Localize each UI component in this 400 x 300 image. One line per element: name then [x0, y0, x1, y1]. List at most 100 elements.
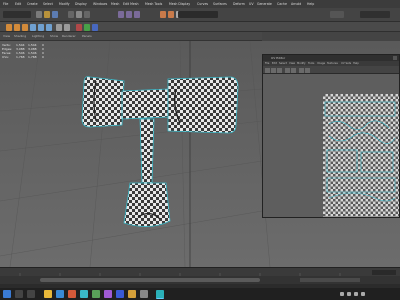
- tray-icon[interactable]: [347, 292, 351, 296]
- menu-edit[interactable]: Edit: [15, 2, 21, 6]
- app-icon[interactable]: [140, 290, 148, 298]
- menu-surfaces[interactable]: Surfaces: [213, 2, 227, 6]
- new-scene-icon[interactable]: [36, 11, 42, 18]
- uv-tool-icon[interactable]: [271, 67, 276, 73]
- range-handle[interactable]: [40, 278, 260, 282]
- app-icon[interactable]: [68, 290, 76, 298]
- status-toolbar: [0, 8, 400, 22]
- uv-tool-icon[interactable]: [291, 67, 296, 73]
- uv-menu-textures[interactable]: Textures: [327, 62, 338, 65]
- uv-menu-uvsets[interactable]: UV Sets: [341, 62, 351, 65]
- snap-grid-icon[interactable]: [118, 11, 124, 18]
- select-by-hierarchy-icon[interactable]: [68, 11, 74, 18]
- uv-tool-icon[interactable]: [305, 67, 310, 73]
- main-menubar: File Edit Create Select Modify Display Windows…: [0, 0, 400, 8]
- menu-deform[interactable]: Deform: [233, 2, 245, 6]
- app-icon[interactable]: [128, 290, 136, 298]
- menu-mesh[interactable]: Mesh: [111, 2, 119, 6]
- shelf-tool-4[interactable]: [30, 24, 36, 31]
- menu-create[interactable]: Create: [27, 2, 38, 6]
- viewport-menu-show[interactable]: Show: [50, 34, 58, 38]
- menu-windows[interactable]: Windows: [93, 2, 107, 6]
- shelf-tool-2[interactable]: [14, 24, 20, 31]
- uv-canvas[interactable]: [263, 74, 399, 217]
- time-slider[interactable]: [0, 267, 400, 277]
- uv-menu-help[interactable]: Help: [353, 62, 359, 65]
- uv-tool-icon[interactable]: [265, 67, 270, 73]
- playback-controls[interactable]: [300, 278, 360, 282]
- menu-mesh-tools[interactable]: Mesh Tools: [145, 2, 162, 6]
- menu-curves[interactable]: Curves: [197, 2, 208, 6]
- hud-value: 1,768: [16, 55, 25, 59]
- viewport-menu-panels[interactable]: Panels: [82, 34, 92, 38]
- tray-icon[interactable]: [340, 292, 344, 296]
- range-slider[interactable]: [0, 276, 400, 284]
- viewport-menu-renderer[interactable]: Renderer: [62, 34, 76, 38]
- menu-file[interactable]: File: [3, 2, 8, 6]
- uv-menu-tools[interactable]: Tools: [308, 62, 314, 65]
- tray-icon[interactable]: [361, 292, 365, 296]
- uv-editor-window[interactable]: UV Editor File Edit Select View Modify T…: [262, 54, 400, 218]
- shelf-tool-10[interactable]: [84, 24, 90, 31]
- shelf-tool-6[interactable]: [46, 24, 52, 31]
- uv-layout: [323, 94, 399, 217]
- menu-generate[interactable]: Generate: [257, 2, 272, 6]
- uv-menu-modify[interactable]: Modify: [297, 62, 306, 65]
- app-icon[interactable]: [56, 290, 64, 298]
- start-icon[interactable]: [3, 290, 11, 298]
- menu-display[interactable]: Display: [75, 2, 87, 6]
- uv-menu-view[interactable]: View: [289, 62, 295, 65]
- menu-help[interactable]: Help: [307, 2, 314, 6]
- search-field[interactable]: [178, 11, 218, 18]
- uv-menu-edit[interactable]: Edit: [272, 62, 277, 65]
- menu-edit-mesh[interactable]: Edit Mesh: [123, 2, 139, 6]
- shelf-tool-8[interactable]: [64, 24, 70, 31]
- shelf-tool-7[interactable]: [56, 24, 62, 31]
- viewport-menu-lighting[interactable]: Lighting: [32, 34, 44, 38]
- close-icon[interactable]: [393, 56, 397, 60]
- current-frame-field[interactable]: [372, 270, 396, 275]
- open-scene-icon[interactable]: [44, 11, 50, 18]
- viewport-menu-view[interactable]: View: [3, 34, 10, 38]
- menu-select[interactable]: Select: [43, 2, 53, 6]
- select-by-object-icon[interactable]: [76, 11, 82, 18]
- shelf-tabs-row: [0, 22, 400, 32]
- shelf-tool-3[interactable]: [22, 24, 28, 31]
- task-view-icon[interactable]: [27, 290, 35, 298]
- render-icon[interactable]: [160, 11, 166, 18]
- menu-uv[interactable]: UV: [249, 2, 254, 6]
- shelf-tool-1[interactable]: [6, 24, 12, 31]
- app-icon[interactable]: [44, 290, 52, 298]
- maya-taskbar-icon[interactable]: [156, 290, 164, 299]
- shelf-tool-9[interactable]: [76, 24, 82, 31]
- account-icon[interactable]: [330, 11, 344, 18]
- select-by-component-icon[interactable]: [84, 11, 90, 18]
- uv-menu-image[interactable]: Image: [317, 62, 325, 65]
- snap-curve-icon[interactable]: [126, 11, 132, 18]
- app-icon[interactable]: [104, 290, 112, 298]
- shelf-tool-11[interactable]: [92, 24, 98, 31]
- menu-cache[interactable]: Cache: [277, 2, 287, 6]
- snap-point-icon[interactable]: [134, 11, 140, 18]
- uv-tool-icon[interactable]: [299, 67, 304, 73]
- uv-menu-file[interactable]: File: [265, 62, 269, 65]
- uv-menu-select[interactable]: Select: [279, 62, 287, 65]
- menu-modify[interactable]: Modify: [59, 2, 70, 6]
- shelf-tool-5[interactable]: [38, 24, 44, 31]
- menu-mesh-display[interactable]: Mesh Display: [169, 2, 190, 6]
- save-scene-icon[interactable]: [52, 11, 58, 18]
- workspace-selector[interactable]: [360, 11, 390, 18]
- app-icon[interactable]: [80, 290, 88, 298]
- app-icon[interactable]: [92, 290, 100, 298]
- app-icon[interactable]: [116, 290, 124, 298]
- ipr-render-icon[interactable]: [168, 11, 174, 18]
- ground-grid: [0, 41, 271, 267]
- viewport-menu-shading[interactable]: Shading: [14, 34, 26, 38]
- menu-arnold[interactable]: Arnold: [291, 2, 301, 6]
- uv-tool-icon[interactable]: [277, 67, 282, 73]
- mode-selector[interactable]: [3, 11, 31, 18]
- search-icon[interactable]: [15, 290, 23, 298]
- uv-tool-icon[interactable]: [285, 67, 290, 73]
- uv-editor-toolbar: [263, 66, 399, 74]
- tray-icon[interactable]: [354, 292, 358, 296]
